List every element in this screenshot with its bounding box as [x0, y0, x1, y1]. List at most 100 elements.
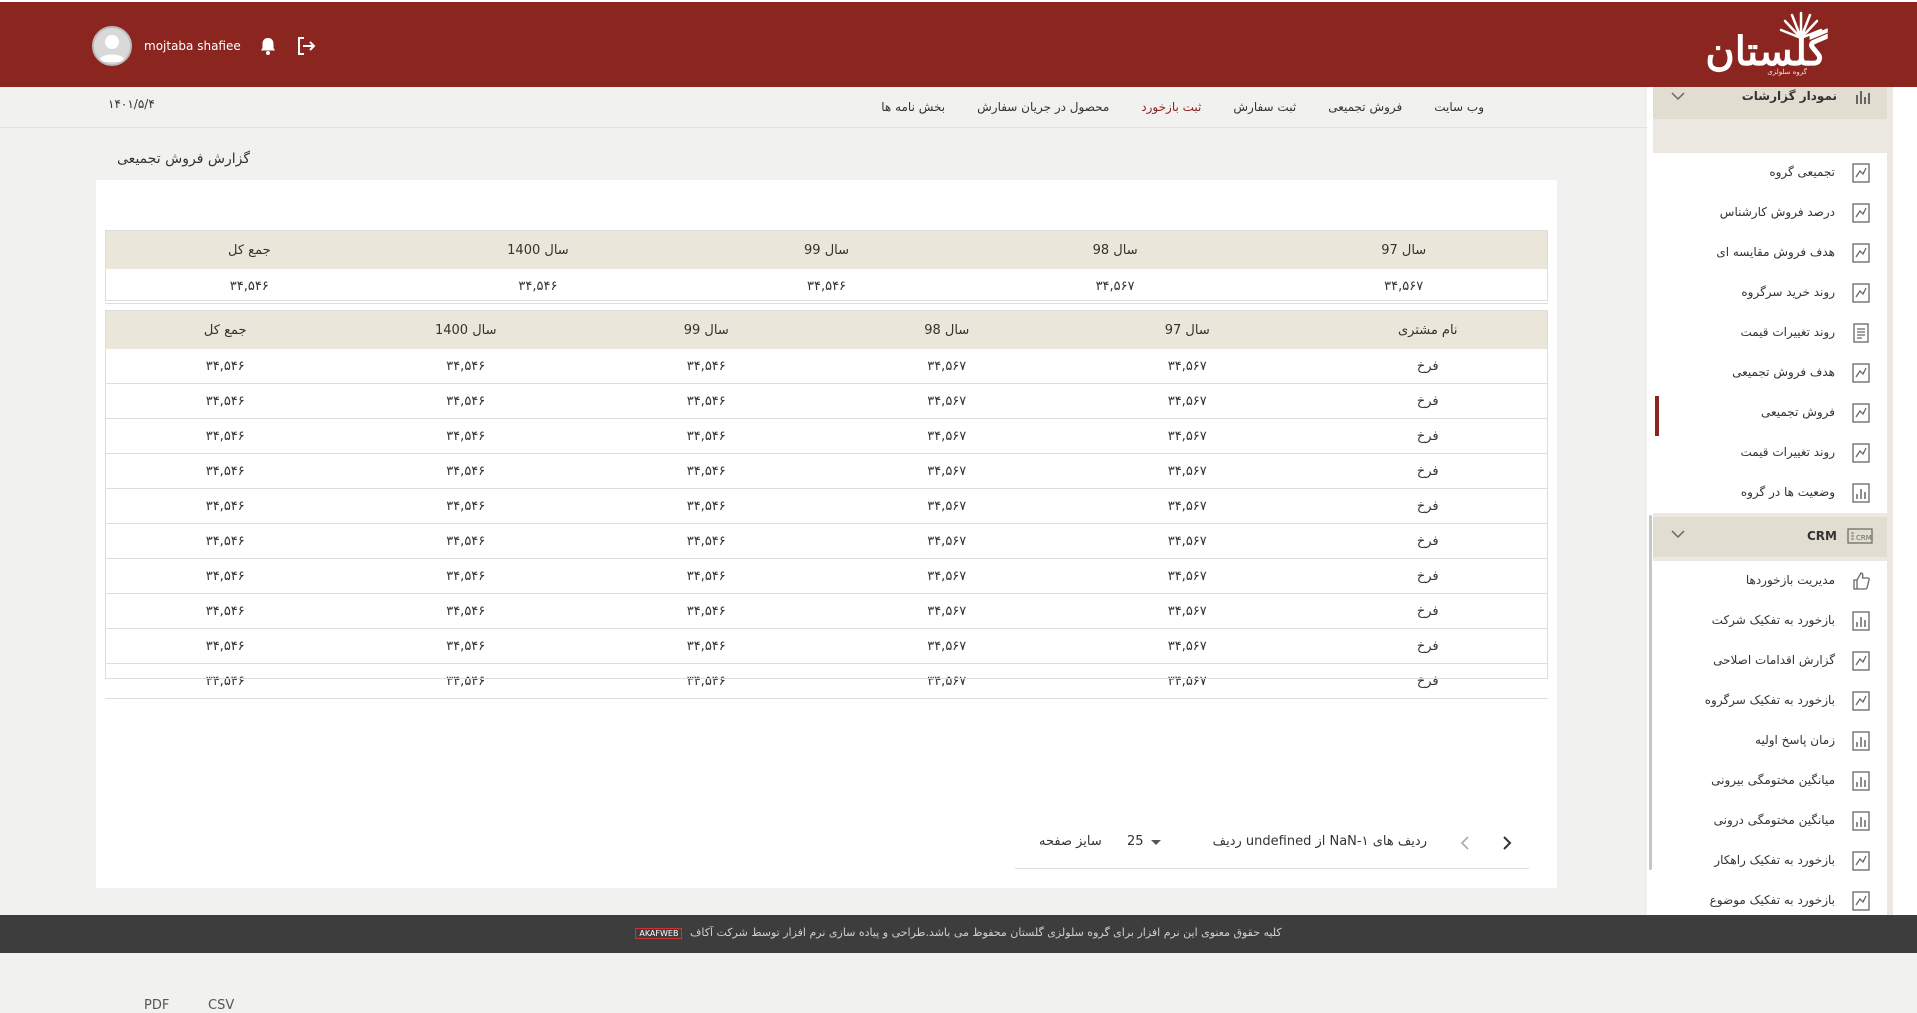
sidebar-item-expert-sales-percent[interactable]: درصد فروش کارشناس [1653, 193, 1887, 233]
detail-header[interactable]: جمع کل [105, 310, 346, 349]
table-row[interactable]: فرخ ۳۴,۵۶۷ ۳۴,۵۶۷ ۳۴,۵۴۶ ۳۴,۵۴۶ ۳۴,۵۴۶ [105, 418, 1548, 454]
table-cell: ۳۴,۵۴۶ [105, 453, 346, 489]
sidebar-item-label: بازخورد به تفکیک شرکت [1711, 613, 1835, 627]
footer: AKAFWEB کلیه حقوق معنوی این نرم افزار بر… [0, 915, 1917, 953]
page-size-select[interactable]: 25 [1127, 834, 1144, 849]
summary-header[interactable]: سال 1400 [393, 230, 683, 269]
sidebar-item-aggregate-sales-target[interactable]: هدف فروش تجمیعی [1653, 353, 1887, 393]
sidebar-item-group-total[interactable]: تجمیعی گروه [1653, 153, 1887, 193]
sidebar-group-crm[interactable]: CRM CRM [1653, 517, 1887, 557]
table-row[interactable]: فرخ ۳۴,۵۶۷ ۳۴,۵۶۷ ۳۴,۵۴۶ ۳۴,۵۴۶ ۳۴,۵۴۶ [105, 453, 1548, 489]
caret-down-icon[interactable] [1151, 840, 1161, 845]
table-cell: ۳۴,۵۶۷ [1067, 628, 1308, 664]
line-chart-icon [1852, 891, 1870, 911]
chevron-down-icon [1671, 530, 1685, 539]
summary-header[interactable]: سال 97 [1259, 230, 1548, 269]
line-chart-icon [1852, 651, 1870, 671]
sidebar-item-feedback-management[interactable]: مدیریت بازخوردها [1653, 561, 1887, 601]
table-cell: ۳۴,۵۴۶ [586, 418, 827, 454]
sidebar-item-label: روند تغییرات قیمت [1740, 325, 1835, 339]
logo-subtitle: گروه سلولزی [1767, 68, 1807, 76]
table-cell: ۳۴,۵۴۶ [105, 488, 346, 524]
export-csv-button[interactable]: CSV [208, 998, 234, 1013]
sidebar-item-comparative-sales-target[interactable]: هدف فروش مقایسه ای [1653, 233, 1887, 273]
summary-header[interactable]: جمع کل [105, 230, 394, 269]
table-row[interactable]: فرخ ۳۴,۵۶۷ ۳۴,۵۶۷ ۳۴,۵۴۶ ۳۴,۵۴۶ ۳۴,۵۴۶ [105, 488, 1548, 524]
table-row[interactable]: فرخ ۳۴,۵۶۷ ۳۴,۵۶۷ ۳۴,۵۴۶ ۳۴,۵۴۶ ۳۴,۵۴۶ [105, 558, 1548, 594]
sidebar-scrollbar[interactable] [1649, 515, 1652, 870]
detail-header[interactable]: سال 97 [1067, 310, 1308, 349]
table-cell: ۳۴,۵۴۶ [105, 628, 346, 664]
table-cell: ۳۴,۵۶۷ [826, 523, 1067, 559]
table-row[interactable]: فرخ ۳۴,۵۶۷ ۳۴,۵۶۷ ۳۴,۵۴۶ ۳۴,۵۴۶ ۳۴,۵۴۶ [105, 349, 1548, 384]
table-cell: ۳۴,۵۶۷ [1067, 523, 1308, 559]
akafweb-logo[interactable]: AKAFWEB [635, 927, 683, 939]
chevron-down-icon [1671, 92, 1685, 101]
logo-text: گلستان [1705, 28, 1827, 75]
table-cell: ۳۴,۵۴۶ [105, 349, 346, 384]
chevron-right-icon[interactable] [1501, 834, 1513, 852]
username[interactable]: mojtaba shafiee [144, 39, 241, 53]
sidebar-item-external-closure-average[interactable]: میانگین مختومگی بیرونی [1653, 761, 1887, 801]
notification-bell-button[interactable] [257, 35, 279, 57]
summary-cell: ۳۴,۵۴۶ [682, 269, 971, 304]
detail-header[interactable]: سال 1400 [345, 310, 586, 349]
line-chart-icon [1852, 403, 1870, 423]
logout-button[interactable] [295, 35, 317, 57]
sidebar-item-price-change-trend[interactable]: روند تغییرات قیمت [1653, 313, 1887, 353]
table-cell: فرخ [1307, 418, 1548, 454]
table-row[interactable]: فرخ ۳۴,۵۶۷ ۳۴,۵۶۷ ۳۴,۵۴۶ ۳۴,۵۴۶ ۳۴,۵۴۶ [105, 628, 1548, 664]
sidebar-item-internal-closure-average[interactable]: میانگین مختومگی درونی [1653, 801, 1887, 841]
summary-header[interactable]: سال 99 [682, 230, 971, 269]
nav-submit-feedback[interactable]: ثبت بازخورد [1141, 100, 1201, 114]
detail-header[interactable]: سال 99 [586, 310, 827, 349]
export-pdf-button[interactable]: PDF [144, 998, 169, 1013]
line-chart-icon [1852, 163, 1870, 183]
summary-header[interactable]: سال 98 [970, 230, 1260, 269]
sidebar-item-label: گزارش اقدامات اصلاحی [1713, 653, 1835, 667]
sidebar-item-feedback-by-group-head[interactable]: بازخورد به تفکیک سرگروه [1653, 681, 1887, 721]
sidebar-item-feedback-by-solution[interactable]: بازخورد به تفکیک راهکار [1653, 841, 1887, 881]
nav-circulars[interactable]: بخش نامه ها [881, 100, 945, 114]
thumbs-up-icon [1853, 572, 1870, 590]
report-panel: سال 97 سال 98 سال 99 سال 1400 جمع کل ۳۴,… [96, 180, 1557, 1013]
table-cell: ۳۴,۵۴۶ [105, 663, 346, 699]
sidebar-item-aggregate-sales[interactable]: فروش تجمیعی [1653, 393, 1887, 433]
nav-aggregate-sales[interactable]: فروش تجمیعی [1328, 100, 1402, 114]
sidebar-item-label: میانگین مختومگی بیرونی [1711, 773, 1835, 787]
sidebar-item-feedback-by-subject[interactable]: بازخورد به تفکیک موضوع [1653, 881, 1887, 915]
brand-logo[interactable]: گلستان گروه سلولزی [1705, 10, 1827, 76]
nav-products-in-order[interactable]: محصول در جریان سفارش [977, 100, 1109, 114]
table-cell: ۳۴,۵۶۷ [826, 349, 1067, 384]
sidebar-item-feedback-by-company[interactable]: بازخورد به تفکیک شرکت [1653, 601, 1887, 641]
avatar[interactable] [92, 26, 132, 66]
sidebar-group-reports[interactable]: نمودار گزارشات [1653, 87, 1887, 119]
table-cell: ۳۴,۵۴۶ [586, 593, 827, 629]
sidebar-item-group-head-purchase-trend[interactable]: روند خرید سرگروه [1653, 273, 1887, 313]
sidebar-item-group-status[interactable]: وضعیت ها در گروه [1653, 473, 1887, 513]
chevron-left-icon[interactable] [1459, 834, 1471, 852]
bar-chart-icon [1856, 91, 1870, 104]
sidebar-item-price-change-trend-2[interactable]: روند تغییرات قیمت [1653, 433, 1887, 473]
current-date: ۱۴۰۱/۵/۴ [108, 97, 155, 111]
table-cell: ۳۴,۵۴۶ [345, 663, 586, 699]
sidebar-item-initial-response-time[interactable]: زمان پاسخ اولیه [1653, 721, 1887, 761]
table-cell: فرخ [1307, 663, 1548, 699]
sidebar: نمودار گزارشات تجمیعی گروه درصد فروش کار… [1647, 87, 1917, 915]
table-cell: ۳۴,۵۶۷ [826, 418, 1067, 454]
table-cell: ۳۴,۵۴۶ [345, 488, 586, 524]
table-cell: ۳۴,۵۴۶ [105, 383, 346, 419]
table-row[interactable]: فرخ ۳۴,۵۶۷ ۳۴,۵۶۷ ۳۴,۵۴۶ ۳۴,۵۴۶ ۳۴,۵۴۶ [105, 663, 1548, 699]
sidebar-item-label: هدف فروش تجمیعی [1732, 365, 1835, 379]
table-row[interactable]: فرخ ۳۴,۵۶۷ ۳۴,۵۶۷ ۳۴,۵۴۶ ۳۴,۵۴۶ ۳۴,۵۴۶ [105, 383, 1548, 419]
sidebar-item-corrective-actions-report[interactable]: گزارش اقدامات اصلاحی [1653, 641, 1887, 681]
nav-place-order[interactable]: ثبت سفارش [1233, 100, 1296, 114]
table-cell: ۳۴,۵۴۶ [586, 523, 827, 559]
sidebar-item-label: درصد فروش کارشناس [1719, 205, 1835, 219]
detail-header[interactable]: سال 98 [826, 310, 1067, 349]
table-row[interactable]: فرخ ۳۴,۵۶۷ ۳۴,۵۶۷ ۳۴,۵۴۶ ۳۴,۵۴۶ ۳۴,۵۴۶ [105, 523, 1548, 559]
table-row[interactable]: فرخ ۳۴,۵۶۷ ۳۴,۵۶۷ ۳۴,۵۴۶ ۳۴,۵۴۶ ۳۴,۵۴۶ [105, 593, 1548, 629]
sidebar-item-label: بازخورد به تفکیک موضوع [1709, 893, 1835, 907]
nav-website[interactable]: وب سایت [1434, 100, 1484, 114]
detail-header[interactable]: نام مشتری [1307, 310, 1548, 349]
